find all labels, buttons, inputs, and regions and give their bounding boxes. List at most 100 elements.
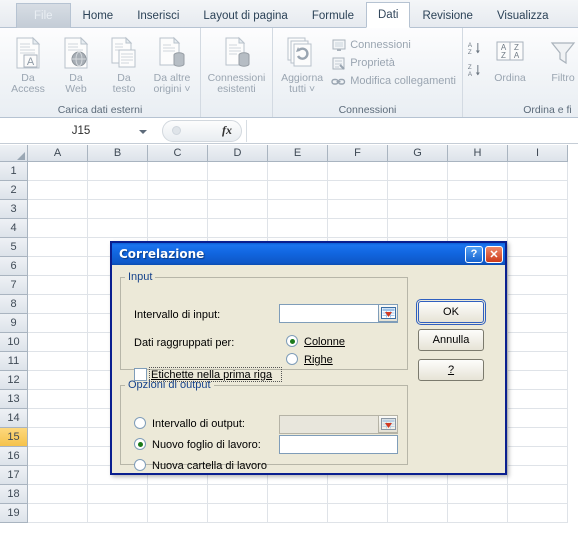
- formula-input[interactable]: [246, 119, 578, 142]
- cell-E2[interactable]: [268, 181, 328, 200]
- cell-F19[interactable]: [328, 504, 388, 523]
- cell-D19[interactable]: [208, 504, 268, 523]
- tab-home[interactable]: Home: [71, 3, 126, 28]
- cell-C2[interactable]: [148, 181, 208, 200]
- tab-inserisci[interactable]: Inserisci: [125, 3, 191, 28]
- cell-G4[interactable]: [388, 219, 448, 238]
- cell-I9[interactable]: [508, 314, 568, 333]
- cell-I10[interactable]: [508, 333, 568, 352]
- row-header-1[interactable]: 1: [0, 162, 28, 181]
- cell-I19[interactable]: [508, 504, 568, 523]
- cell-A13[interactable]: [28, 390, 88, 409]
- cell-A5[interactable]: [28, 238, 88, 257]
- cell-H3[interactable]: [448, 200, 508, 219]
- row-header-17[interactable]: 17: [0, 466, 28, 485]
- tab-visualizza[interactable]: Visualizza: [485, 3, 561, 28]
- row-header-13[interactable]: 13: [0, 390, 28, 409]
- row-header-19[interactable]: 19: [0, 504, 28, 523]
- cell-A18[interactable]: [28, 485, 88, 504]
- cell-C19[interactable]: [148, 504, 208, 523]
- cell-I16[interactable]: [508, 447, 568, 466]
- cell-G19[interactable]: [388, 504, 448, 523]
- button-da-testo[interactable]: Da testo: [100, 31, 148, 95]
- cell-C3[interactable]: [148, 200, 208, 219]
- row-header-10[interactable]: 10: [0, 333, 28, 352]
- tab-file[interactable]: File: [16, 3, 71, 28]
- cell-C4[interactable]: [148, 219, 208, 238]
- cell-A9[interactable]: [28, 314, 88, 333]
- tab-formule[interactable]: Formule: [300, 3, 366, 28]
- radio-intervallo-di-output[interactable]: [134, 417, 146, 429]
- row-header-2[interactable]: 2: [0, 181, 28, 200]
- cell-A7[interactable]: [28, 276, 88, 295]
- fx-icon[interactable]: fx: [222, 123, 232, 138]
- column-header-D[interactable]: D: [208, 145, 268, 162]
- cell-I4[interactable]: [508, 219, 568, 238]
- cell-I7[interactable]: [508, 276, 568, 295]
- cell-E3[interactable]: [268, 200, 328, 219]
- column-header-H[interactable]: H: [448, 145, 508, 162]
- cell-H19[interactable]: [448, 504, 508, 523]
- cell-I13[interactable]: [508, 390, 568, 409]
- cell-D18[interactable]: [208, 485, 268, 504]
- cell-I15[interactable]: [508, 428, 568, 447]
- cell-A3[interactable]: [28, 200, 88, 219]
- cell-H2[interactable]: [448, 181, 508, 200]
- cell-A17[interactable]: [28, 466, 88, 485]
- button-da-altre-origini[interactable]: Da altre origini ˅: [148, 31, 196, 95]
- row-header-18[interactable]: 18: [0, 485, 28, 504]
- button-sort-za[interactable]: ZA: [467, 59, 482, 81]
- tab-dati[interactable]: Dati: [366, 2, 411, 28]
- row-header-12[interactable]: 12: [0, 371, 28, 390]
- cell-A1[interactable]: [28, 162, 88, 181]
- cell-I1[interactable]: [508, 162, 568, 181]
- button-connessioni[interactable]: Connessioni: [331, 36, 456, 54]
- cell-F4[interactable]: [328, 219, 388, 238]
- column-header-C[interactable]: C: [148, 145, 208, 162]
- cell-I8[interactable]: [508, 295, 568, 314]
- row-header-15[interactable]: 15: [0, 428, 28, 447]
- dialog-title-bar[interactable]: Correlazione ? ✕: [112, 243, 505, 265]
- row-header-9[interactable]: 9: [0, 314, 28, 333]
- cell-I18[interactable]: [508, 485, 568, 504]
- collapse-dot-icon[interactable]: [172, 126, 181, 135]
- cell-A14[interactable]: [28, 409, 88, 428]
- row-header-11[interactable]: 11: [0, 352, 28, 371]
- cell-A2[interactable]: [28, 181, 88, 200]
- radio-righe[interactable]: [286, 353, 298, 365]
- cell-H4[interactable]: [448, 219, 508, 238]
- button-modifica-collegamenti[interactable]: Modifica collegamenti: [331, 72, 456, 90]
- cell-I17[interactable]: [508, 466, 568, 485]
- cell-A4[interactable]: [28, 219, 88, 238]
- cell-F1[interactable]: [328, 162, 388, 181]
- cell-A15[interactable]: [28, 428, 88, 447]
- cell-G18[interactable]: [388, 485, 448, 504]
- tab-revisione[interactable]: Revisione: [410, 3, 485, 28]
- cell-B19[interactable]: [88, 504, 148, 523]
- cell-I3[interactable]: [508, 200, 568, 219]
- row-header-6[interactable]: 6: [0, 257, 28, 276]
- column-header-A[interactable]: A: [28, 145, 88, 162]
- cell-G1[interactable]: [388, 162, 448, 181]
- cell-D1[interactable]: [208, 162, 268, 181]
- button-aggiorna-tutti[interactable]: Aggiorna tutti ˅: [277, 31, 327, 95]
- row-header-7[interactable]: 7: [0, 276, 28, 295]
- cell-E19[interactable]: [268, 504, 328, 523]
- row-header-14[interactable]: 14: [0, 409, 28, 428]
- cell-B2[interactable]: [88, 181, 148, 200]
- cell-A11[interactable]: [28, 352, 88, 371]
- button-proprieta[interactable]: Proprietà: [331, 54, 456, 72]
- cell-H18[interactable]: [448, 485, 508, 504]
- button-sort-az[interactable]: AZ: [467, 37, 482, 59]
- row-header-8[interactable]: 8: [0, 295, 28, 314]
- cell-B4[interactable]: [88, 219, 148, 238]
- cell-A6[interactable]: [28, 257, 88, 276]
- cell-B1[interactable]: [88, 162, 148, 181]
- cell-G3[interactable]: [388, 200, 448, 219]
- cell-F18[interactable]: [328, 485, 388, 504]
- cell-A12[interactable]: [28, 371, 88, 390]
- cancel-button[interactable]: Annulla: [418, 329, 484, 351]
- help-icon[interactable]: ?: [465, 245, 483, 263]
- cell-F2[interactable]: [328, 181, 388, 200]
- cell-I12[interactable]: [508, 371, 568, 390]
